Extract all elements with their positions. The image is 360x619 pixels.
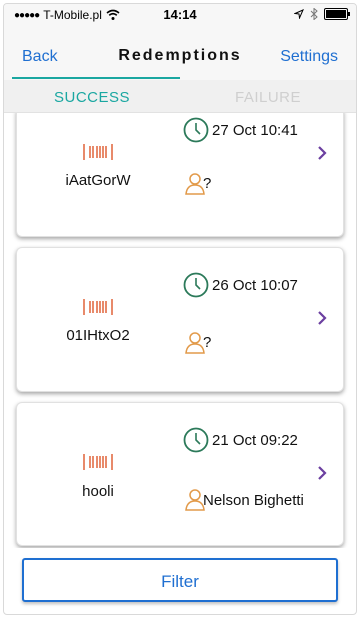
redemption-card[interactable]: hooli 21 Oct 09:22 Nelson Bighetti xyxy=(16,402,344,546)
clock-icon xyxy=(183,272,209,298)
status-right xyxy=(294,8,350,20)
battery-icon xyxy=(324,8,350,20)
bluetooth-icon xyxy=(310,8,318,20)
redemption-date: 27 Oct 10:41 xyxy=(212,122,298,139)
redemption-card[interactable]: 01IHtxO2 26 Oct 10:07 ? xyxy=(16,247,344,392)
tab-success[interactable]: SUCCESS xyxy=(4,89,180,106)
barcode-icon xyxy=(83,144,113,160)
redemption-code: hooli xyxy=(82,483,114,500)
clock-icon xyxy=(183,427,209,453)
redemption-user: Nelson Bighetti xyxy=(203,492,304,509)
filter-button[interactable]: Filter xyxy=(22,558,338,602)
chevron-right-icon xyxy=(318,311,327,325)
tab-failure[interactable]: FAILURE xyxy=(180,89,356,106)
redemption-list: iAatGorW 27 Oct 10:41 ? 01IHtxO2 26 Oct … xyxy=(4,113,356,548)
settings-button[interactable]: Settings xyxy=(280,48,338,66)
barcode-icon xyxy=(83,299,113,315)
redemption-code: iAatGorW xyxy=(65,172,131,189)
redemption-date: 21 Oct 09:22 xyxy=(212,432,298,449)
navigation-bar: Back Redemptions Settings xyxy=(4,26,356,80)
redemption-user: ? xyxy=(203,175,212,192)
barcode-icon xyxy=(83,454,113,470)
redemption-code: 01IHtxO2 xyxy=(66,327,130,344)
tab-bar: SUCCESS FAILURE xyxy=(4,80,356,113)
chevron-right-icon xyxy=(318,466,327,480)
chevron-right-icon xyxy=(318,146,327,160)
location-arrow-icon xyxy=(294,9,304,19)
clock-icon xyxy=(183,117,209,143)
redemption-card[interactable]: iAatGorW 27 Oct 10:41 ? xyxy=(16,113,344,237)
redemption-user: ? xyxy=(203,334,212,351)
redemption-date: 26 Oct 10:07 xyxy=(212,277,298,294)
app-frame: ●●●●● T-Mobile.pl 14:14 Back Redemptions… xyxy=(3,3,357,615)
active-tab-indicator xyxy=(12,77,180,79)
status-bar: ●●●●● T-Mobile.pl 14:14 xyxy=(4,4,356,26)
